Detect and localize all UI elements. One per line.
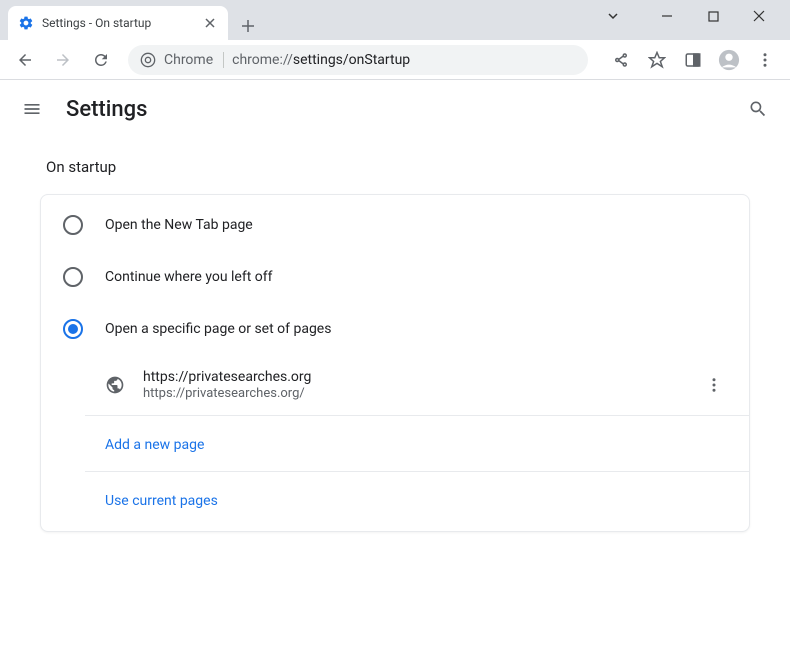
minimize-button[interactable] <box>644 0 690 32</box>
settings-header: Settings <box>0 80 790 138</box>
more-actions-icon[interactable] <box>701 372 727 398</box>
profile-icon[interactable] <box>712 43 746 77</box>
radio-option-continue[interactable]: Continue where you left off <box>41 251 749 303</box>
gear-icon <box>18 15 34 31</box>
forward-button[interactable] <box>46 43 80 77</box>
search-icon[interactable] <box>746 97 770 121</box>
use-current-link: Use current pages <box>105 493 218 509</box>
close-window-button[interactable] <box>736 0 782 32</box>
page-entry-title: https://privatesearches.org <box>143 369 683 385</box>
radio-option-newtab[interactable]: Open the New Tab page <box>41 199 749 251</box>
chevron-down-icon[interactable] <box>590 0 636 32</box>
radio-icon <box>63 215 83 235</box>
bookmark-icon[interactable] <box>640 43 674 77</box>
share-icon[interactable] <box>604 43 638 77</box>
page-title: Settings <box>66 97 147 122</box>
hamburger-menu-icon[interactable] <box>20 97 44 121</box>
add-page-link: Add a new page <box>105 437 204 453</box>
settings-content: On startup Open the New Tab page Continu… <box>0 138 790 552</box>
section-title: On startup <box>46 158 750 176</box>
kebab-menu-icon[interactable] <box>748 43 782 77</box>
page-entry-text: https://privatesearches.org https://priv… <box>143 369 683 401</box>
radio-icon <box>63 319 83 339</box>
browser-toolbar: Chrome chrome://settings/onStartup <box>0 40 790 80</box>
reload-button[interactable] <box>84 43 118 77</box>
chrome-icon <box>140 52 156 68</box>
radio-option-specific[interactable]: Open a specific page or set of pages <box>41 303 749 355</box>
tab-title: Settings - On startup <box>42 16 194 30</box>
startup-pages-list: https://privatesearches.org https://priv… <box>85 355 749 527</box>
radio-label: Open the New Tab page <box>105 217 253 233</box>
startup-card: Open the New Tab page Continue where you… <box>40 194 750 532</box>
use-current-row[interactable]: Use current pages <box>85 472 749 527</box>
window-titlebar: Settings - On startup <box>0 0 790 40</box>
startup-page-row: https://privatesearches.org https://priv… <box>85 355 749 416</box>
browser-tab[interactable]: Settings - On startup <box>8 6 228 40</box>
window-controls <box>590 0 782 32</box>
radio-label: Continue where you left off <box>105 269 273 285</box>
omnibox-url: chrome://settings/onStartup <box>232 52 410 68</box>
back-button[interactable] <box>8 43 42 77</box>
new-tab-button[interactable] <box>234 12 262 40</box>
radio-label: Open a specific page or set of pages <box>105 321 331 337</box>
globe-icon <box>105 375 125 395</box>
maximize-button[interactable] <box>690 0 736 32</box>
add-page-row[interactable]: Add a new page <box>85 416 749 472</box>
radio-icon <box>63 267 83 287</box>
page-entry-url: https://privatesearches.org/ <box>143 386 683 401</box>
omnibox-chip: Chrome <box>164 52 224 68</box>
address-bar[interactable]: Chrome chrome://settings/onStartup <box>128 45 588 75</box>
side-panel-icon[interactable] <box>676 43 710 77</box>
close-icon[interactable] <box>202 15 218 31</box>
toolbar-actions <box>604 43 782 77</box>
